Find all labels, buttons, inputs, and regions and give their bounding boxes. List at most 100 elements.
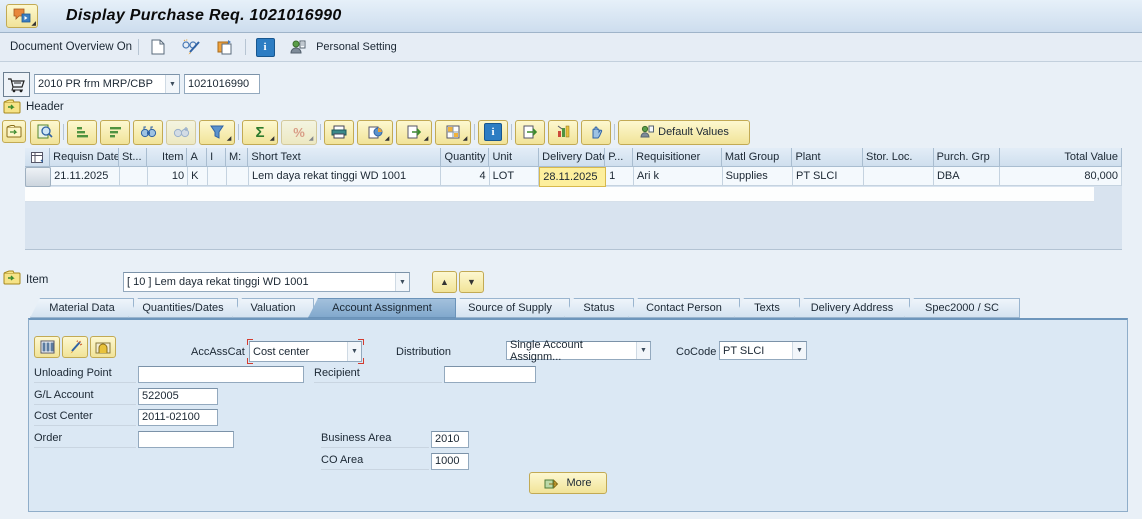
acc-ass-cat-select[interactable]: Cost center ▼ (249, 341, 362, 362)
cell-i[interactable] (208, 167, 227, 186)
chevron-down-icon: ▼ (165, 75, 179, 93)
tab-valuation[interactable]: Valuation (232, 298, 314, 318)
find-next-button[interactable] (166, 120, 196, 145)
previous-item-button[interactable]: ▲ (432, 271, 457, 293)
export-button[interactable]: ◢ (396, 120, 432, 145)
unloading-point-field[interactable] (138, 366, 304, 383)
col-header-m[interactable]: M: (226, 148, 248, 167)
next-item-button[interactable]: ▼ (459, 271, 484, 293)
export-icon (407, 125, 422, 139)
co-code-value: PT SLCI (723, 345, 764, 357)
create-document-button[interactable] (145, 35, 171, 59)
recipient-field[interactable] (444, 366, 536, 383)
shopping-cart-button[interactable] (3, 72, 30, 97)
total-button[interactable]: Σ ◢ (242, 120, 278, 145)
col-header-requisitioner[interactable]: Requisitioner (633, 148, 722, 167)
tab-texts[interactable]: Texts (734, 298, 800, 318)
header-expand-button[interactable] (3, 99, 22, 118)
personal-setting-icon-wrap[interactable] (284, 35, 310, 59)
col-header-item[interactable]: Item (147, 148, 188, 167)
display-change-button[interactable] (177, 35, 205, 59)
sort-ascending-button[interactable] (67, 120, 97, 145)
subtotal-button[interactable]: % ◢ (281, 120, 317, 145)
views-button[interactable]: ◢ (357, 120, 393, 145)
item-expand-button[interactable] (3, 270, 22, 289)
cell-matl-group[interactable]: Supplies (723, 167, 793, 186)
grid-corner-header[interactable] (25, 148, 50, 167)
layout-button[interactable]: ◢ (435, 120, 471, 145)
tab-material-data[interactable]: Material Data (30, 298, 134, 318)
cell-p[interactable]: 1 (606, 167, 634, 186)
cell-requisn-date[interactable]: 21.11.2025 (51, 167, 120, 186)
cell-short-text[interactable]: Lem daya rekat tinggi WD 1001 (249, 167, 441, 186)
col-header-short-text[interactable]: Short Text (248, 148, 440, 167)
order-field[interactable] (138, 431, 234, 448)
graphic-button[interactable] (548, 120, 578, 145)
cell-status[interactable] (120, 167, 148, 186)
cell-delivery-date[interactable]: 28.11.2025 (539, 167, 606, 187)
collapse-grid-button[interactable] (2, 120, 26, 143)
tab-quantities-dates[interactable]: Quantities/Dates (128, 298, 238, 318)
cell-quantity[interactable]: 4 (441, 167, 490, 186)
col-header-purch-grp[interactable]: Purch. Grp (934, 148, 1000, 167)
co-code-select[interactable]: PT SLCI ▼ (719, 341, 807, 360)
cell-total-value[interactable]: 80,000 (1000, 167, 1122, 186)
item-select-value: [ 10 ] Lem daya rekat tinggi WD 1001 (127, 276, 309, 288)
tab-delivery-address[interactable]: Delivery Address (794, 298, 910, 318)
tab-spec2000-sc[interactable]: Spec2000 / SC (904, 298, 1020, 318)
personal-setting-button[interactable]: Personal Setting (316, 41, 397, 53)
col-header-requisn-date[interactable]: Requisn Date (50, 148, 119, 167)
cell-requisitioner[interactable]: Ari k (634, 167, 723, 186)
document-overview-button[interactable]: Document Overview On (10, 41, 132, 53)
services-menu-button[interactable]: ◢ (6, 4, 38, 28)
gl-account-field[interactable]: 522005 (138, 388, 218, 405)
cell-purch-grp[interactable]: DBA (934, 167, 1000, 186)
cell-m[interactable] (227, 167, 249, 186)
more-button[interactable]: More (529, 472, 607, 494)
multiple-account-assignment-button[interactable] (34, 336, 60, 358)
co-area-field[interactable]: 1000 (431, 453, 469, 470)
tab-source-of-supply[interactable]: Source of Supply (450, 298, 570, 318)
col-header-p[interactable]: P... (605, 148, 633, 167)
row-select-button[interactable] (25, 167, 51, 187)
col-header-quantity[interactable]: Quantity (441, 148, 490, 167)
col-header-total-value[interactable]: Total Value (1000, 148, 1122, 167)
set-filter-button[interactable]: ◢ (199, 120, 235, 145)
sort-descending-button[interactable] (100, 120, 130, 145)
col-header-unit[interactable]: Unit (489, 148, 539, 167)
col-header-status[interactable]: St... (119, 148, 147, 167)
copy-document-button[interactable] (211, 35, 239, 59)
tab-account-assignment[interactable]: Account Assignment (308, 298, 456, 318)
distribution-select[interactable]: Single Account Assignm... ▼ (506, 341, 651, 360)
refresh-document-button[interactable] (515, 120, 545, 145)
business-area-field[interactable]: 2010 (431, 431, 469, 448)
col-header-delivery-date[interactable]: Delivery Date (539, 148, 605, 167)
information-button[interactable]: i (252, 35, 278, 59)
hold-button[interactable] (581, 120, 611, 145)
cell-a[interactable]: K (188, 167, 208, 186)
default-values-button[interactable]: Default Values (618, 120, 750, 145)
document-type-select[interactable]: 2010 PR frm MRP/CBP ▼ (34, 74, 180, 94)
col-header-i[interactable]: I (207, 148, 226, 167)
cell-plant[interactable]: PT SLCI (793, 167, 863, 186)
tab-contact-person[interactable]: Contact Person (628, 298, 740, 318)
cell-item[interactable]: 10 (148, 167, 189, 186)
cell-stor-loc[interactable] (864, 167, 934, 186)
cell-unit[interactable]: LOT (490, 167, 540, 186)
shopping-cart-icon (7, 77, 26, 93)
change-display-button[interactable] (62, 336, 88, 358)
document-number-field[interactable]: 1021016990 (184, 74, 260, 94)
find-button[interactable] (133, 120, 163, 145)
col-header-matl-group[interactable]: Matl Group (722, 148, 793, 167)
print-button[interactable] (324, 120, 354, 145)
repeat-account-assignment-button[interactable] (90, 336, 116, 358)
col-header-plant[interactable]: Plant (792, 148, 863, 167)
grid-info-button[interactable]: i (478, 120, 508, 145)
item-select[interactable]: [ 10 ] Lem daya rekat tinggi WD 1001 ▼ (123, 272, 410, 292)
col-header-stor-loc[interactable]: Stor. Loc. (863, 148, 934, 167)
tab-status[interactable]: Status (564, 298, 634, 318)
cost-center-field[interactable]: 2011-02100 (138, 409, 218, 426)
details-button[interactable] (30, 120, 60, 145)
document-arrow-icon (523, 125, 538, 139)
col-header-a[interactable]: A (187, 148, 207, 167)
